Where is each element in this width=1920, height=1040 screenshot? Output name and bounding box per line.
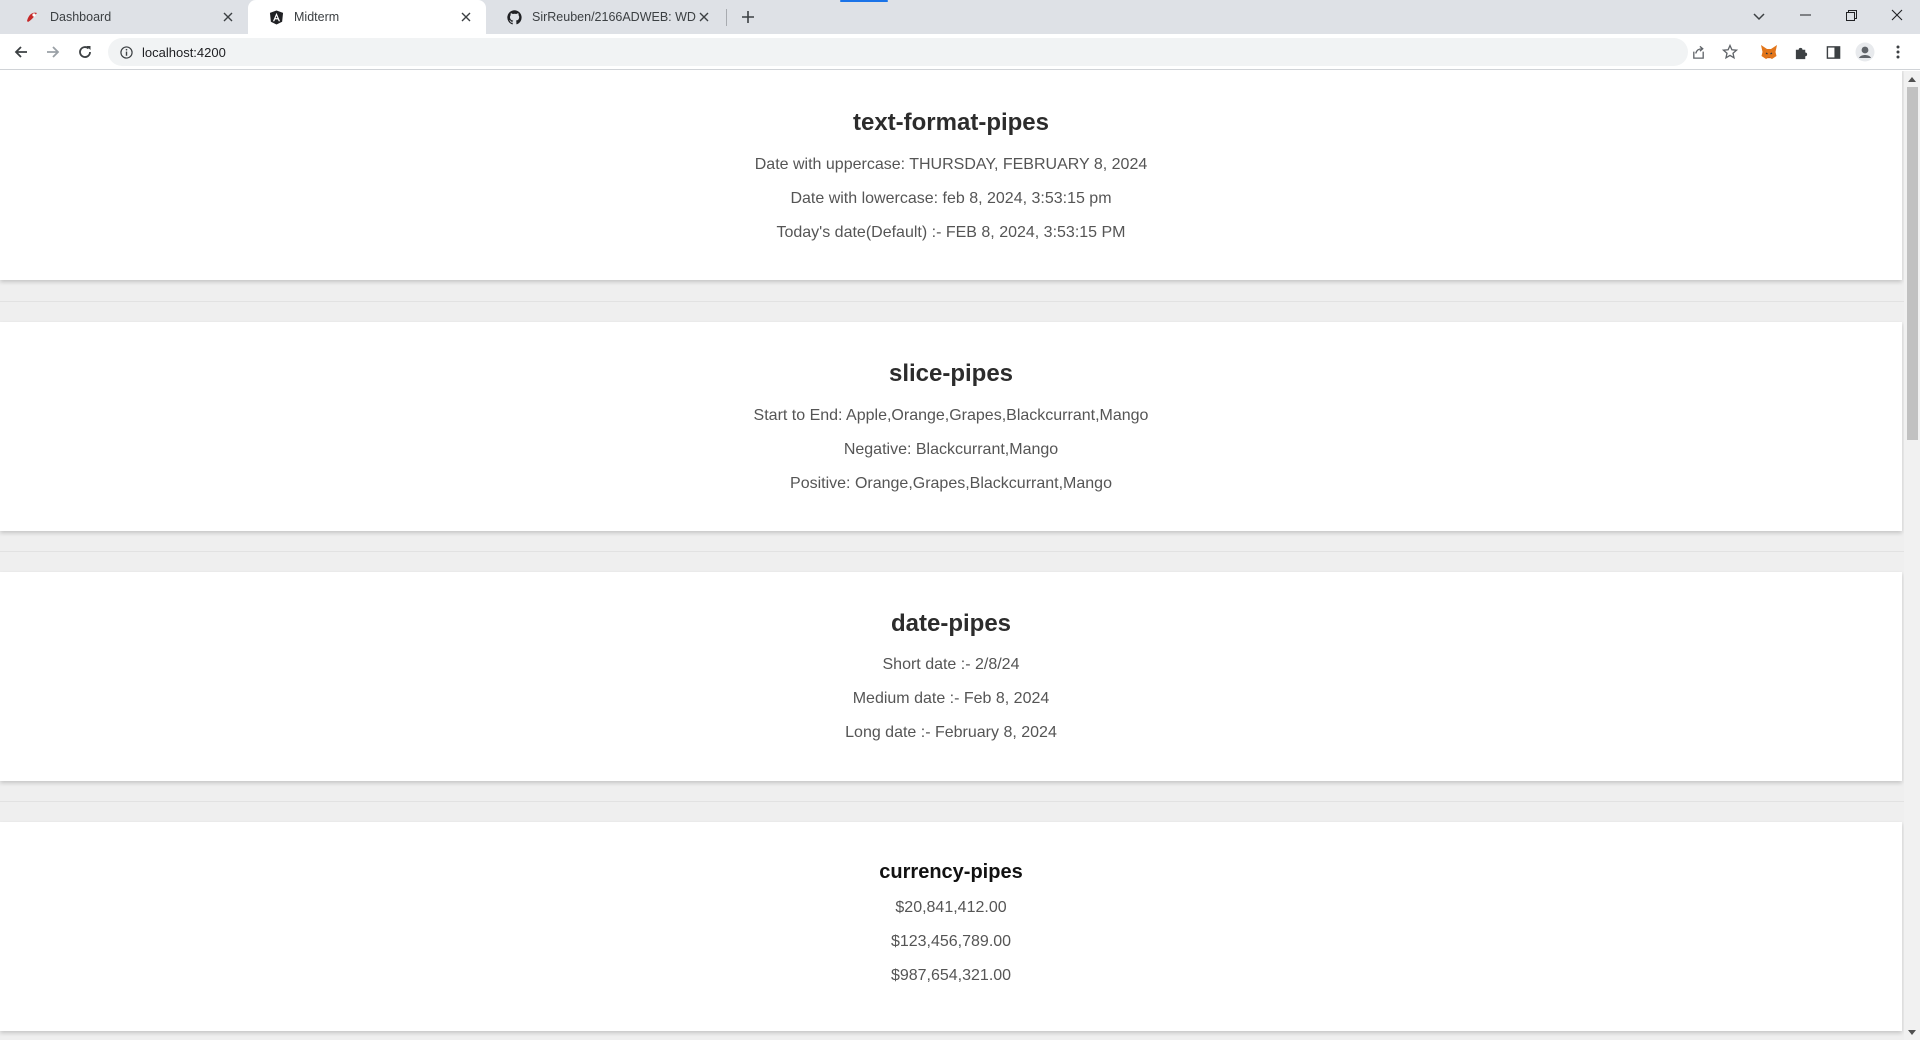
tab-dashboard[interactable]: Dashboard bbox=[4, 0, 248, 34]
url-text: localhost:4200 bbox=[142, 44, 226, 60]
tab-dashboard-title: Dashboard bbox=[50, 10, 112, 24]
menu-kebab-icon[interactable] bbox=[1885, 39, 1911, 65]
text-format-pipes-card: text-format-pipes Date with uppercase: T… bbox=[0, 71, 1902, 280]
forward-arrow-icon[interactable] bbox=[39, 38, 67, 66]
tab-midterm-title: Midterm bbox=[294, 10, 340, 24]
section-line: Negative: Blackcurrant,Mango bbox=[843, 441, 1059, 458]
back-arrow-icon[interactable] bbox=[7, 38, 35, 66]
section-line: $123,456,789.00 bbox=[890, 933, 1012, 950]
dashboard-favicon-icon bbox=[24, 9, 40, 25]
metamask-fox-icon[interactable] bbox=[1756, 39, 1782, 65]
section-line: Short date :- 2/8/24 bbox=[882, 656, 1020, 673]
slice-pipes-card: slice-pipes Start to End: Apple,Orange,G… bbox=[0, 322, 1902, 531]
section-title: text-format-pipes bbox=[852, 109, 1050, 136]
browser-toolbar: localhost:4200 bbox=[0, 34, 1920, 70]
tab-search-icon[interactable] bbox=[1746, 4, 1772, 30]
currency-pipes-card: currency-pipes $20,841,412.00 $123,456,7… bbox=[0, 822, 1902, 1031]
scroll-down-arrow-icon[interactable] bbox=[1904, 1024, 1920, 1040]
section-divider bbox=[0, 801, 1904, 802]
scroll-up-arrow-icon[interactable] bbox=[1904, 71, 1920, 87]
new-tab-button[interactable] bbox=[736, 5, 760, 29]
section-line: $987,654,321.00 bbox=[890, 967, 1012, 984]
close-tab-icon[interactable] bbox=[696, 9, 712, 25]
section-line: Date with uppercase: THURSDAY, FEBRUARY … bbox=[754, 156, 1148, 173]
github-favicon-icon bbox=[506, 9, 522, 25]
section-line: Medium date :- Feb 8, 2024 bbox=[852, 690, 1050, 707]
restore-icon[interactable] bbox=[1828, 0, 1874, 30]
tab-github[interactable]: SirReuben/2166ADWEB: WD-301 bbox=[486, 0, 724, 34]
section-title: currency-pipes bbox=[879, 861, 1023, 883]
close-tab-icon[interactable] bbox=[220, 9, 236, 25]
extensions-puzzle-icon[interactable] bbox=[1788, 39, 1814, 65]
section-line: Long date :- February 8, 2024 bbox=[845, 724, 1057, 741]
section-line: $20,841,412.00 bbox=[895, 899, 1007, 916]
bookmark-star-icon[interactable] bbox=[1717, 39, 1743, 65]
angular-favicon-icon bbox=[268, 9, 284, 25]
share-icon[interactable] bbox=[1685, 39, 1711, 65]
close-window-icon[interactable] bbox=[1874, 0, 1920, 30]
section-line: Positive: Orange,Grapes,Blackcurrant,Man… bbox=[790, 475, 1112, 492]
page-viewport: text-format-pipes Date with uppercase: T… bbox=[0, 71, 1904, 1040]
minimize-icon[interactable] bbox=[1782, 0, 1828, 30]
vertical-scrollbar[interactable] bbox=[1904, 71, 1920, 1040]
section-title: date-pipes bbox=[890, 610, 1012, 637]
profile-icon[interactable] bbox=[1852, 39, 1878, 65]
date-pipes-card: date-pipes Short date :- 2/8/24 Medium d… bbox=[0, 572, 1902, 781]
tab-midterm[interactable]: Midterm bbox=[248, 0, 486, 34]
close-tab-icon[interactable] bbox=[458, 9, 474, 25]
section-title: slice-pipes bbox=[888, 360, 1014, 387]
tab-strip: Dashboard Midterm SirReuben/2166ADWEB: W… bbox=[0, 0, 1920, 34]
section-line: Start to End: Apple,Orange,Grapes,Blackc… bbox=[753, 407, 1149, 424]
section-divider bbox=[0, 301, 1904, 302]
section-divider bbox=[0, 551, 1904, 552]
scrollbar-thumb[interactable] bbox=[1907, 87, 1918, 440]
tab-drag-indicator bbox=[840, 0, 888, 2]
address-bar[interactable]: localhost:4200 bbox=[108, 38, 1688, 66]
reload-icon[interactable] bbox=[71, 38, 99, 66]
section-line: Today's date(Default) :- FEB 8, 2024, 3:… bbox=[776, 224, 1126, 241]
site-info-icon[interactable] bbox=[118, 44, 134, 60]
tab-separator bbox=[726, 9, 727, 26]
tab-github-title: SirReuben/2166ADWEB: WD-301 bbox=[532, 10, 696, 24]
section-line: Date with lowercase: feb 8, 2024, 3:53:1… bbox=[790, 190, 1112, 207]
side-panel-icon[interactable] bbox=[1820, 39, 1846, 65]
